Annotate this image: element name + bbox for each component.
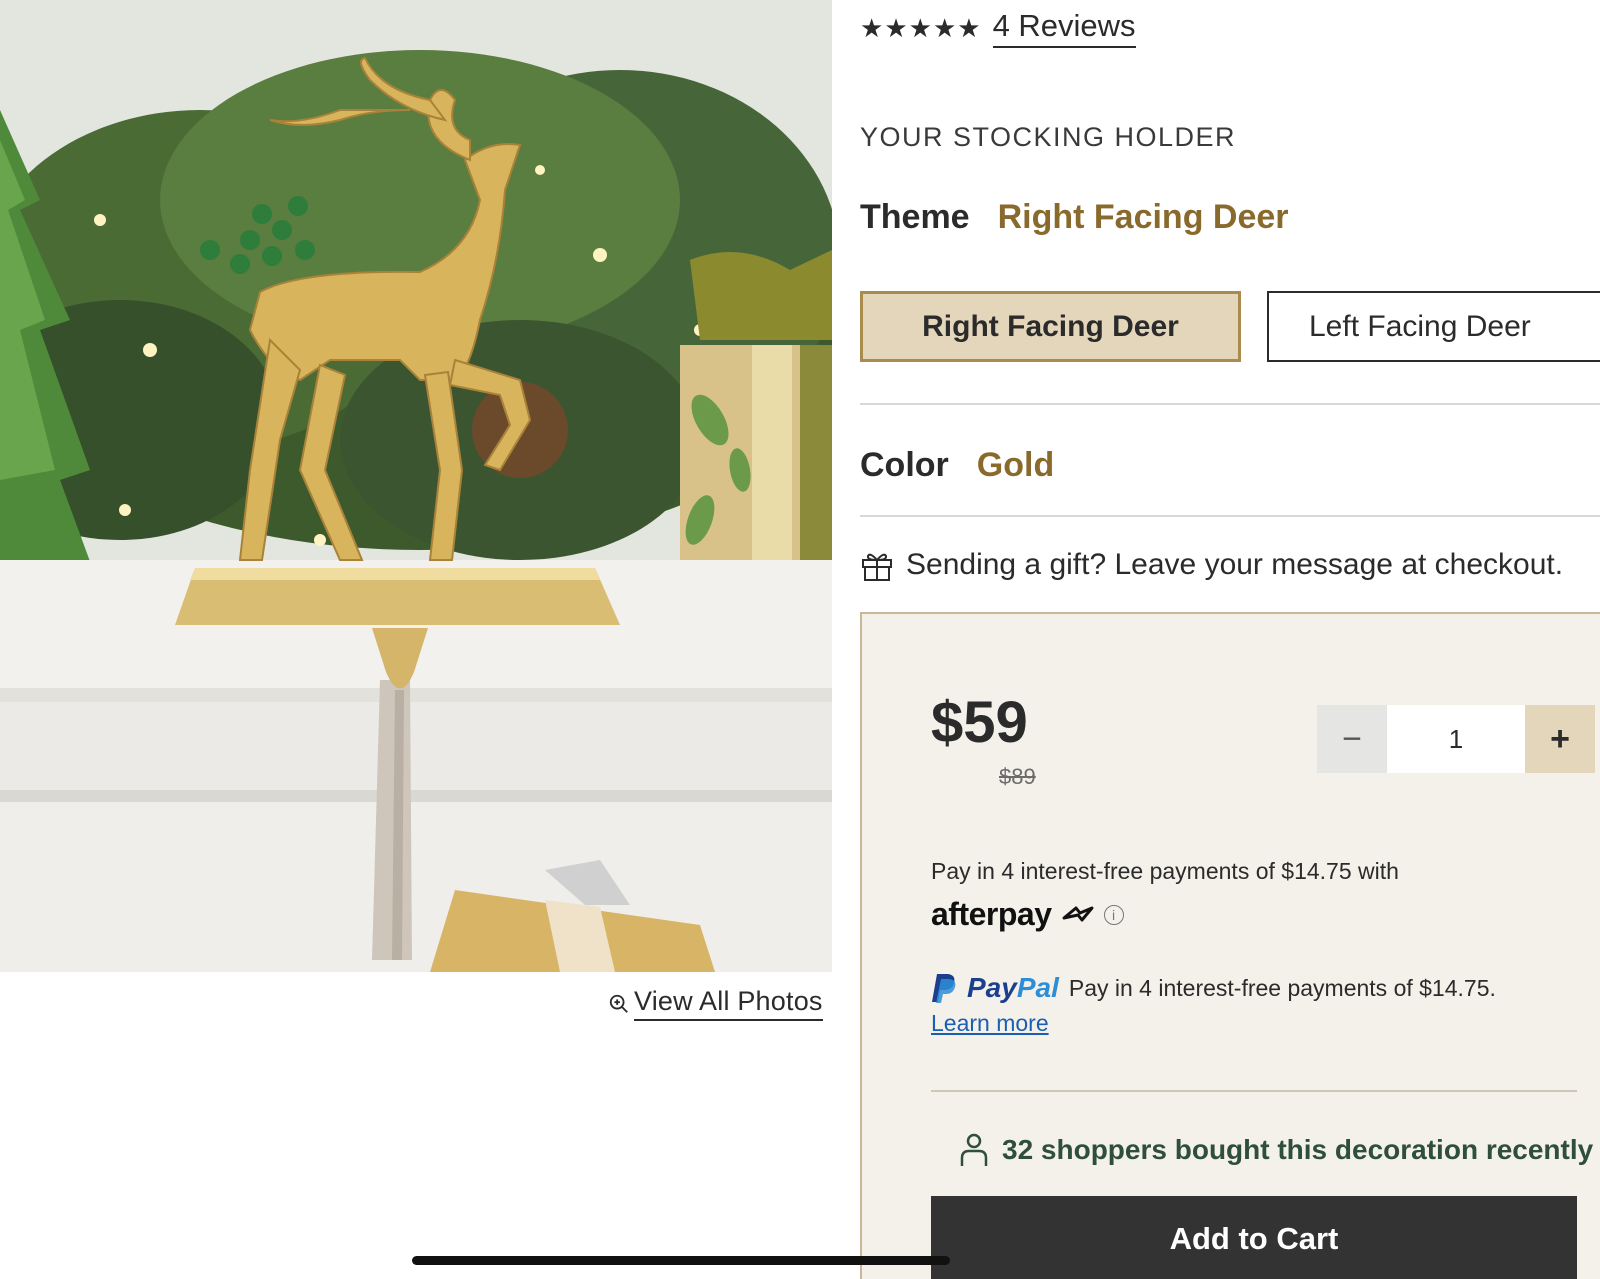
- gift-message-text: Sending a gift? Leave your message at ch…: [906, 548, 1564, 581]
- shoppers-text: 32 shoppers bought this decoration recen…: [1002, 1134, 1594, 1165]
- quantity-stepper: − 1 +: [1317, 705, 1595, 773]
- star-icon: ★: [908, 13, 932, 43]
- option-right-facing-deer[interactable]: Right Facing Deer: [860, 291, 1241, 362]
- current-price: $59: [931, 690, 1028, 755]
- divider: [860, 403, 1600, 405]
- divider: [931, 1090, 1577, 1092]
- gift-icon: [862, 553, 892, 581]
- option-left-facing-deer[interactable]: Left Facing Deer: [1267, 291, 1600, 362]
- paypal-text: Pay in 4 interest-free payments of $14.7…: [1068, 974, 1496, 1001]
- purchase-panel: $59 $89 − 1 + Pay in 4 interest-free pay…: [860, 612, 1600, 1279]
- home-indicator[interactable]: [412, 1256, 950, 1265]
- star-icon: ★: [860, 13, 884, 43]
- section-title: YOUR STOCKING HOLDER: [860, 122, 1237, 152]
- star-icon: ★: [957, 13, 981, 43]
- view-all-photos-label: View All Photos: [634, 986, 823, 1021]
- star-icon: ★: [932, 13, 957, 43]
- person-icon: [960, 1133, 988, 1166]
- reviews-link[interactable]: 4 Reviews: [992, 8, 1136, 48]
- theme-label: Theme: [860, 198, 970, 236]
- theme-row: Theme Right Facing Deer: [860, 198, 1289, 237]
- star-rating: ★ ★ ★ ★ ★: [860, 15, 981, 41]
- product-photo[interactable]: [0, 0, 832, 972]
- decrease-quantity-button[interactable]: −: [1317, 705, 1387, 773]
- rating-summary: ★ ★ ★ ★ ★ 4 Reviews: [860, 8, 1136, 48]
- paypal-row: PayPal Pay in 4 interest-free payments o…: [931, 972, 1496, 1004]
- view-all-photos-link[interactable]: View All Photos: [608, 986, 823, 1021]
- color-row: Color Gold: [860, 446, 1054, 485]
- original-price: $89: [999, 764, 1036, 789]
- afterpay-text: Pay in 4 interest-free payments of $14.7…: [931, 858, 1399, 884]
- info-icon[interactable]: i: [1103, 904, 1124, 925]
- zoom-in-icon: [609, 994, 628, 1013]
- add-to-cart-button[interactable]: Add to Cart: [931, 1196, 1577, 1279]
- divider: [860, 515, 1600, 517]
- paypal-wordmark-pay: Pay: [967, 972, 1017, 1003]
- learn-more-link[interactable]: Learn more: [931, 1010, 1049, 1037]
- increase-quantity-button[interactable]: +: [1525, 705, 1595, 773]
- paypal-wordmark: PayPal: [967, 972, 1059, 1004]
- paypal-icon: [932, 974, 956, 1003]
- afterpay-wordmark: afterpay: [931, 896, 1052, 932]
- color-label: Color: [860, 446, 949, 484]
- theme-value: Right Facing Deer: [997, 198, 1289, 236]
- star-icon: ★: [884, 13, 908, 43]
- recent-shoppers-notice: 32 shoppers bought this decoration recen…: [958, 1132, 1593, 1168]
- paypal-wordmark-pal: Pal: [1016, 972, 1059, 1003]
- afterpay-arrows-icon: [1062, 906, 1093, 921]
- gift-message-row: Sending a gift? Leave your message at ch…: [860, 548, 1563, 582]
- product-image: [0, 0, 832, 972]
- afterpay-logo: afterpay i: [931, 896, 1124, 933]
- quantity-field[interactable]: 1: [1387, 705, 1525, 773]
- color-value: Gold: [976, 446, 1055, 484]
